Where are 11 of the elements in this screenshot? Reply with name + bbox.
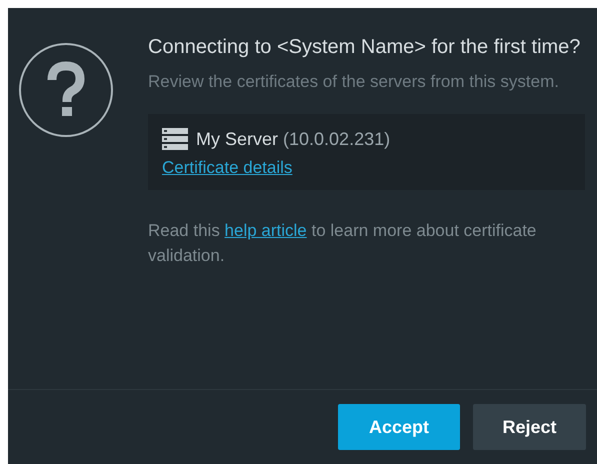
server-icon xyxy=(162,128,188,150)
dialog-title: Connecting to <System Name> for the first time? xyxy=(148,35,582,60)
dialog-description: Review the certificates of the servers from this system. xyxy=(148,71,560,93)
server-address: (10.0.02.231) xyxy=(283,128,390,150)
server-name: My Server xyxy=(196,128,278,150)
reject-button[interactable]: Reject xyxy=(473,404,586,450)
certificate-details-link[interactable]: Certificate details xyxy=(162,158,292,178)
question-icon xyxy=(18,42,114,138)
help-text: Read this help article to learn more about certificate validation. xyxy=(148,220,538,267)
accept-button[interactable]: Accept xyxy=(338,404,460,450)
help-article-link[interactable]: help article xyxy=(224,221,307,240)
